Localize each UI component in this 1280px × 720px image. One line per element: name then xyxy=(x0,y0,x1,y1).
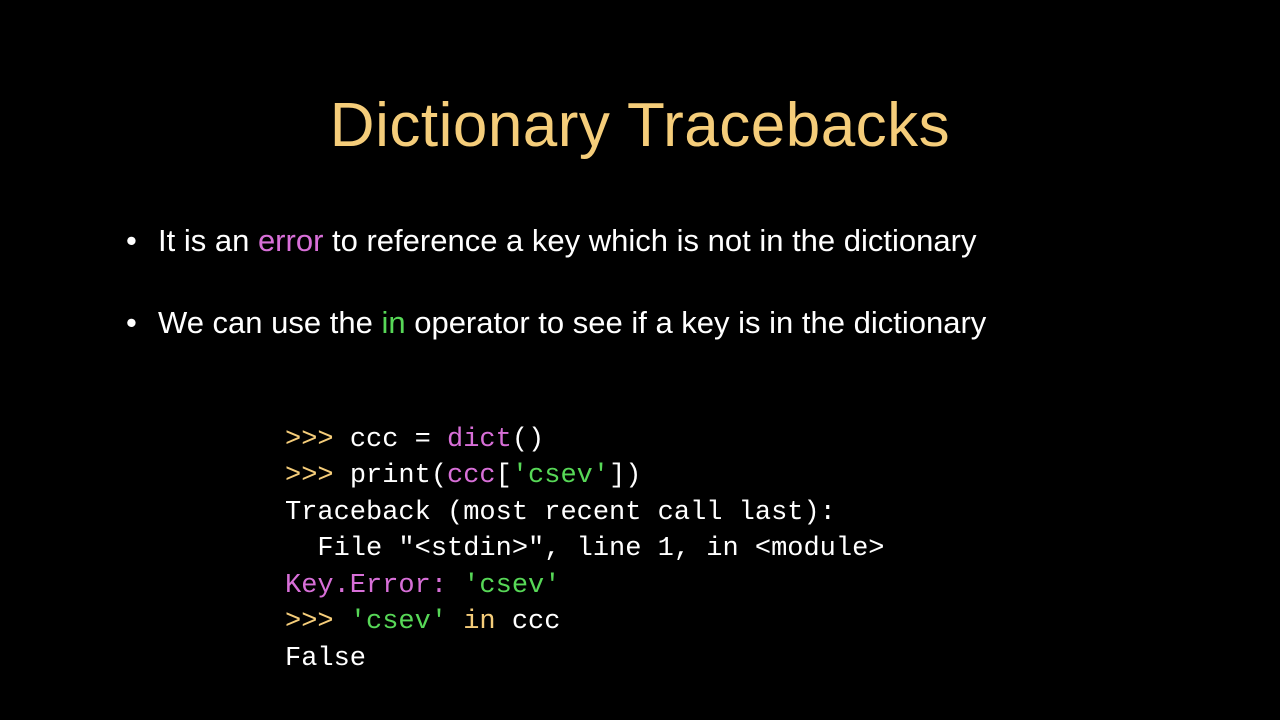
keyword-in: in xyxy=(381,305,405,340)
code-block: >>> ccc = dict() >>> print(ccc['csev']) … xyxy=(285,386,1170,678)
code-text xyxy=(447,607,463,637)
var-name: ccc xyxy=(447,461,496,491)
code-text: ]) xyxy=(609,461,641,491)
code-text: ccc = xyxy=(350,425,447,455)
code-line: False xyxy=(285,644,366,674)
bullet-item: It is an error to reference a key which … xyxy=(120,221,1170,261)
prompt: >>> xyxy=(285,461,350,491)
prompt: >>> xyxy=(285,425,350,455)
bullet-text-post: operator to see if a key is in the dicti… xyxy=(406,305,987,340)
prompt: >>> xyxy=(285,607,350,637)
string-literal: 'csev' xyxy=(463,571,560,601)
code-line: File "<stdin>", line 1, in <module> xyxy=(285,534,885,564)
bullet-text-pre: We can use the xyxy=(158,305,381,340)
code-line: >>> ccc = dict() xyxy=(285,425,544,455)
code-text: ccc xyxy=(496,607,561,637)
code-line: Traceback (most recent call last): xyxy=(285,498,836,528)
keyword: in xyxy=(463,607,495,637)
string-literal: 'csev' xyxy=(350,607,447,637)
code-line: >>> print(ccc['csev']) xyxy=(285,461,641,491)
bullet-item: We can use the in operator to see if a k… xyxy=(120,303,1170,343)
func-name: dict xyxy=(447,425,512,455)
slide: Dictionary Tracebacks It is an error to … xyxy=(0,0,1280,720)
slide-title: Dictionary Tracebacks xyxy=(110,90,1170,161)
code-text: print( xyxy=(350,461,447,491)
bullet-text-pre: It is an xyxy=(158,223,258,258)
string-literal: 'csev' xyxy=(512,461,609,491)
code-text: [ xyxy=(496,461,512,491)
error-name: Key.Error: xyxy=(285,571,463,601)
code-text: () xyxy=(512,425,544,455)
code-line: Key.Error: 'csev' xyxy=(285,571,560,601)
keyword-error: error xyxy=(258,223,323,258)
bullet-text-post: to reference a key which is not in the d… xyxy=(323,223,976,258)
code-line: >>> 'csev' in ccc xyxy=(285,607,560,637)
bullet-list: It is an error to reference a key which … xyxy=(120,221,1170,344)
